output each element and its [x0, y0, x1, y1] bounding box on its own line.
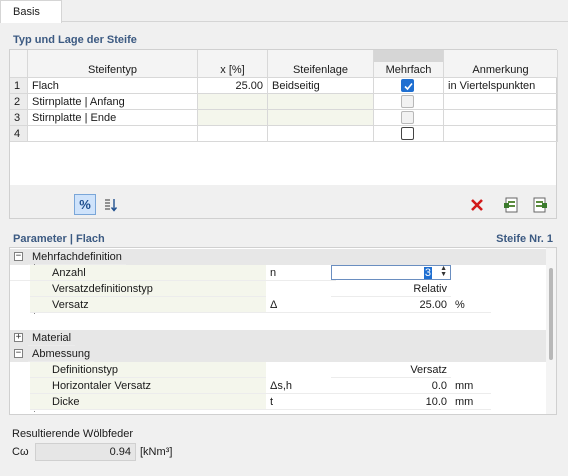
expand-icon[interactable]: + [14, 333, 23, 342]
result-unit: [kNm³] [140, 446, 173, 458]
param-value[interactable]: 0.0 [331, 378, 451, 394]
cell-mehrfach [374, 78, 444, 94]
cell-anmerkung[interactable] [444, 110, 558, 126]
section-title-stiffener-type: Typ und Lage der Steife [13, 34, 137, 46]
export-icon [533, 197, 547, 212]
delete-button[interactable] [466, 194, 488, 215]
group-row[interactable]: − Abmessung [10, 346, 548, 362]
param-value[interactable]: Relativ [331, 281, 451, 297]
sort-button[interactable] [100, 194, 122, 215]
cell-steifenlage[interactable] [268, 126, 374, 142]
count-value: 3 [423, 267, 432, 279]
param-unit: mm [451, 378, 491, 394]
mehrfach-checkbox[interactable] [401, 127, 414, 140]
param-value[interactable]: 10.0 [331, 394, 451, 410]
header-steifenlage[interactable]: Steifenlage [268, 62, 374, 78]
cell-steifentyp[interactable] [28, 126, 198, 142]
param-label: Versatz [30, 297, 266, 313]
param-unit: % [451, 297, 491, 313]
collapse-icon[interactable]: − [14, 349, 23, 358]
import-button[interactable] [501, 194, 523, 215]
group-row[interactable]: − Mehrfachdefinition [10, 249, 548, 265]
param-value[interactable]: 25.00 [331, 297, 451, 313]
group-label: Material [28, 330, 76, 346]
count-spinbox[interactable]: 3 ▲ ▼ [331, 265, 451, 280]
cell-x[interactable] [198, 126, 268, 142]
cell-anmerkung[interactable] [444, 94, 558, 110]
grid-header-row: Steifentyp x [%] Steifenlage Mehrfach An… [10, 62, 558, 78]
header-anmerkung[interactable]: Anmerkung [444, 62, 558, 78]
cell-mehrfach [374, 110, 444, 126]
cell-steifenlage[interactable]: Beidseitig [268, 78, 374, 94]
mehrfach-checkbox[interactable] [401, 79, 414, 92]
row-number: 2 [10, 94, 28, 110]
param-row[interactable]: Horizontaler Versatz Δs,h 0.0 mm [10, 378, 548, 394]
collapse-icon[interactable]: − [14, 252, 23, 261]
cell-x[interactable]: 25.00 [198, 78, 268, 94]
stiffener-number: Steife Nr. 1 [496, 233, 553, 245]
row-number: 3 [10, 110, 28, 126]
row-number: 4 [10, 126, 28, 142]
cell-steifenlage [268, 110, 374, 126]
table-row[interactable]: 3 Stirnplatte | Ende [10, 110, 558, 126]
import-icon [504, 197, 518, 212]
param-label: Anzahl [30, 265, 266, 281]
row-number: 1 [10, 78, 28, 94]
tab-bar: Basis [0, 0, 568, 23]
cell-steifentyp[interactable]: Flach [28, 78, 198, 94]
param-row[interactable]: Anzahl n 3 ▲ ▼ [10, 264, 548, 314]
group-label: Mehrfachdefinition [28, 249, 126, 265]
param-symbol: Δ [266, 297, 336, 313]
header-mehrfach[interactable]: Mehrfach [374, 62, 444, 78]
param-row[interactable]: Versatz Δ 25.00 % [10, 297, 548, 313]
parameter-table: − Mehrfachdefinition Anzahl n 3 ▲ ▼ Versa… [9, 247, 557, 415]
param-value[interactable]: Versatz [331, 362, 451, 378]
tab-basis-label: Basis [13, 6, 40, 18]
percent-icon: % [79, 197, 91, 212]
delete-icon [471, 198, 483, 211]
param-symbol: t [266, 394, 336, 410]
sort-icon [105, 198, 118, 212]
header-x[interactable]: x [%] [198, 62, 268, 78]
param-label: Versatzdefinitionstyp [30, 281, 266, 297]
table-row[interactable]: 2 Stirnplatte | Anfang [10, 94, 558, 110]
mehrfach-checkbox [401, 111, 414, 124]
cell-x [198, 94, 268, 110]
tab-basis[interactable]: Basis [0, 0, 62, 23]
group-row[interactable]: + Material [10, 330, 548, 346]
result-label: Resultierende Wölbfeder [12, 428, 134, 440]
result-symbol: Cω [12, 446, 29, 458]
mehrfach-checkbox [401, 95, 414, 108]
param-row[interactable]: Versatzdefinitionstyp Relativ [10, 281, 548, 297]
param-unit: mm [451, 394, 491, 410]
cell-x [198, 110, 268, 126]
param-label: Definitionstyp [30, 362, 266, 378]
result-value: 0.94 [35, 443, 136, 461]
param-label: Dicke [30, 394, 266, 410]
cell-mehrfach [374, 126, 444, 142]
param-symbol: Δs,h [266, 378, 336, 394]
cell-anmerkung[interactable]: in Viertelspunkten [444, 78, 558, 94]
cell-mehrfach [374, 94, 444, 110]
spin-arrows-icon[interactable]: ▲ ▼ [440, 265, 447, 278]
export-button[interactable] [529, 194, 551, 215]
param-label: Horizontaler Versatz [30, 378, 266, 394]
cell-steifenlage [268, 94, 374, 110]
param-row[interactable]: Dicke t 10.0 mm [10, 394, 548, 410]
header-steifentyp[interactable]: Steifentyp [28, 62, 198, 78]
percent-button[interactable]: % [74, 194, 96, 215]
vertical-scrollbar[interactable] [546, 248, 556, 414]
scrollbar-thumb[interactable] [549, 268, 553, 360]
param-symbol: n [266, 265, 336, 281]
param-row[interactable]: Definitionstyp Versatz [10, 362, 548, 378]
table-row[interactable]: 1 Flach 25.00 Beidseitig in Viertelspunk… [10, 78, 558, 94]
cell-steifentyp[interactable]: Stirnplatte | Anfang [28, 94, 198, 110]
table-row[interactable]: 4 [10, 126, 558, 142]
group-label: Abmessung [28, 346, 95, 362]
cell-steifentyp[interactable]: Stirnplatte | Ende [28, 110, 198, 126]
cell-anmerkung[interactable] [444, 126, 558, 142]
